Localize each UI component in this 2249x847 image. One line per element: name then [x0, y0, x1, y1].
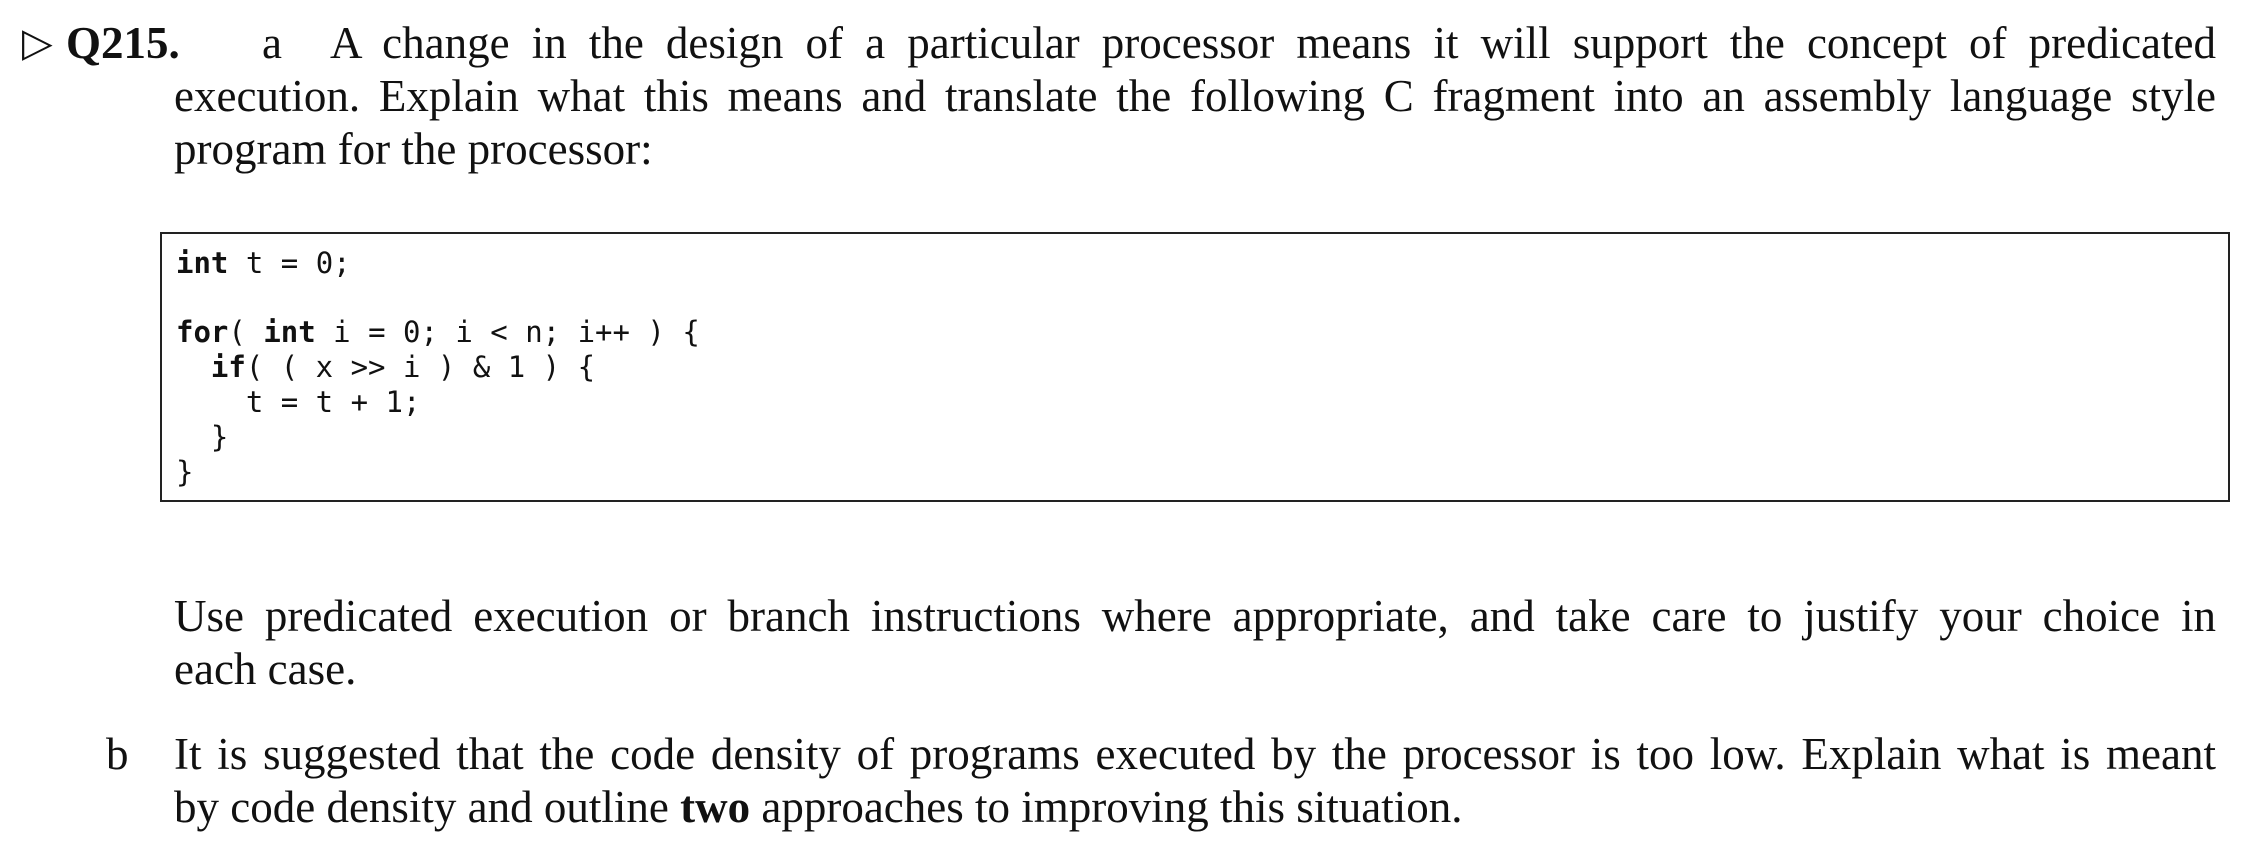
- part-b-line-2-start: by code density and outline: [174, 782, 681, 832]
- code-line-1: int t = 0;: [176, 246, 351, 280]
- code-text: ( ( x >> i ) & 1 ) {: [245, 350, 596, 384]
- code-keyword: int: [263, 315, 316, 349]
- code-text: i = 0; i < n; i++ ) {: [315, 315, 700, 349]
- code-line-2: for( int i = 0; i < n; i++ ) {: [176, 315, 700, 349]
- part-b-line-2-end: approaches to improving this situation.: [750, 782, 1463, 832]
- exam-question-page: ▷ Q215. a A change in the design of a pa…: [0, 0, 2249, 847]
- code-keyword: int: [176, 246, 229, 280]
- part-b-emphasis: two: [680, 782, 751, 832]
- code-line-6: }: [176, 455, 194, 489]
- part-a-intro-line-3: program for the processor:: [174, 124, 653, 174]
- question-number: Q215.: [66, 18, 180, 68]
- triangle-marker-icon: ▷: [22, 20, 53, 65]
- code-keyword: if: [210, 350, 246, 384]
- part-b-label: b: [106, 729, 129, 779]
- part-a-intro-line-2: execution. Explain what this means and t…: [174, 71, 2216, 121]
- part-a-after-line-1: Use predicated execution or branch instr…: [174, 591, 2216, 641]
- code-text: (: [228, 315, 264, 349]
- code-line-3: if( ( x >> i ) & 1 ) {: [176, 350, 595, 384]
- part-b-line-1: It is suggested that the code density of…: [174, 729, 2216, 779]
- part-b-line-2: by code density and outline two approach…: [174, 780, 1463, 834]
- code-keyword: for: [176, 315, 229, 349]
- part-a-label: a: [262, 18, 282, 68]
- code-text: t = 0;: [228, 246, 351, 280]
- code-line-5: }: [176, 420, 229, 454]
- part-a-after-line-2: each case.: [174, 644, 357, 694]
- code-line-4: t = t + 1;: [176, 385, 421, 419]
- part-a-intro-line-1: A change in the design of a particular p…: [330, 18, 2216, 68]
- code-listing-box: int t = 0; for( int i = 0; i < n; i++ ) …: [160, 232, 2230, 502]
